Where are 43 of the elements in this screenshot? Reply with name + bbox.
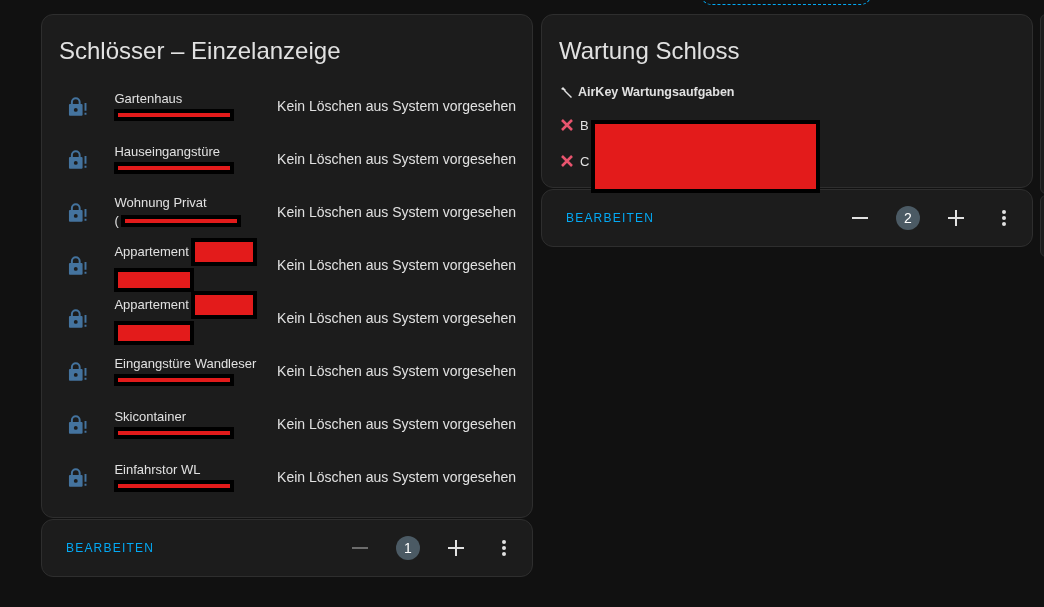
card-title: Schlösser – Einzelanzeige [58,36,342,65]
card-title: Wartung Schloss [558,36,741,65]
minus-icon [352,547,368,549]
lock-alert-icon [67,359,89,382]
task-text: C [580,153,590,169]
plus-icon [448,540,464,556]
lock-name: Appartement [114,243,189,260]
lock-name: Appartement [114,296,189,313]
lock-name: Eingangstüre Wandleser [114,355,257,372]
lock-detail: ( [114,212,119,229]
lock-name: Wohnung Privat [114,194,207,211]
lock-status: Kein Löschen aus System vorgesehen [277,309,516,326]
more-vertical-icon [1002,210,1006,226]
more-vertical-icon [502,540,506,556]
section-heading: AirKey Wartungsaufgaben [578,85,735,99]
lock-alert-icon [67,412,89,435]
lock-status: Kein Löschen aus System vorgesehen [277,415,516,432]
lock-name: Hauseingangstüre [114,143,220,160]
lock-alert-icon [67,147,89,170]
lock-status: Kein Löschen aus System vorgesehen [277,256,516,273]
plus-icon [948,210,964,226]
lock-alert-icon [67,253,89,276]
lock-alert-icon [67,465,89,488]
lock-status: Kein Löschen aus System vorgesehen [277,97,516,114]
lock-status: Kein Löschen aus System vorgesehen [277,468,516,485]
cross-icon [560,118,574,132]
position-badge: 2 [896,206,920,230]
lock-alert-icon [67,200,89,223]
lock-name: Gartenhaus [114,90,183,107]
wrench-icon [560,85,573,99]
position-badge: 1 [396,536,420,560]
lock-alert-icon [67,306,89,329]
lock-name: Skicontainer [114,408,186,425]
edit-button[interactable]: BEARBEITEN [566,207,655,229]
lock-alert-icon [67,94,89,117]
task-text: B [580,117,589,133]
lock-status: Kein Löschen aus System vorgesehen [277,150,516,167]
cross-icon [560,154,574,168]
lock-status: Kein Löschen aus System vorgesehen [277,362,516,379]
minus-icon [852,217,868,219]
lock-status: Kein Löschen aus System vorgesehen [277,203,516,220]
lock-name: Einfahrstor WL [114,461,201,478]
edit-button[interactable]: BEARBEITEN [66,537,155,559]
